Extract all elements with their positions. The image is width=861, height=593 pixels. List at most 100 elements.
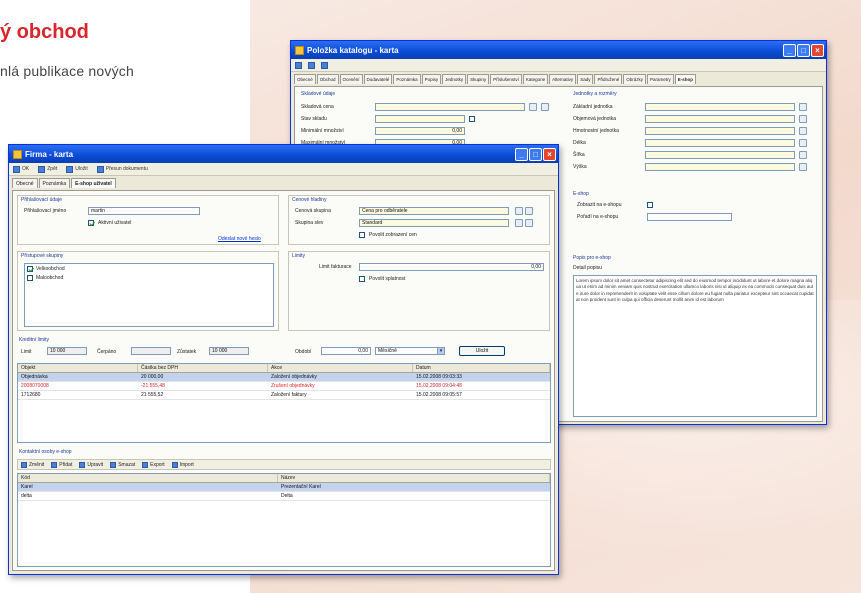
catalog-tab[interactable]: Alternativy [549,74,577,84]
catalog-tab[interactable]: Sady [577,74,594,84]
column-header[interactable]: Název [278,474,550,482]
price-group-field1-clear-button[interactable] [525,207,533,215]
allow-due-checkbox[interactable] [359,276,365,282]
catalog-right-pick-button[interactable] [799,127,807,135]
contacts-toolbar-button[interactable]: Export [142,461,165,468]
catalog-tab[interactable]: Přidružené [594,74,623,84]
toolbar-save-button[interactable]: Uložit [66,165,88,173]
catalog-tab[interactable]: Obrázky [623,74,646,84]
price-group-field2-clear-button[interactable] [525,219,533,227]
contacts-table-row[interactable]: delta Delta [18,492,550,501]
catalog-right-pick-button[interactable] [799,115,807,123]
close-button[interactable]: × [811,43,824,57]
history-table-row[interactable]: 2008070008 -21 555,48 Zrušení objednávky 15… [18,382,550,391]
catalog-right-field-input[interactable] [645,139,795,147]
access-item-2-checkbox[interactable] [27,275,33,281]
column-header[interactable]: Akce [268,364,413,372]
access-item-1[interactable]: Velkoobchod [27,266,65,272]
tab-general[interactable]: Obecné [12,178,38,188]
contacts-toolbar-button[interactable]: Změnit [21,461,44,468]
minimize-button[interactable]: _ [515,147,528,161]
catalog-tab[interactable]: Jednotky [442,74,467,84]
maximize-button[interactable]: □ [529,147,542,161]
catalog-left-field-input[interactable] [375,103,525,111]
access-item-1-checkbox[interactable] [27,266,33,272]
credit-used-input[interactable] [131,347,171,355]
catalog-tab[interactable]: Popisy [421,74,442,84]
catalog-tab[interactable]: Parametry [646,74,674,84]
minimize-button[interactable]: _ [783,43,796,57]
send-new-password-link[interactable]: Odeslat nové heslo [218,236,261,242]
catalog-pick-button[interactable] [529,103,537,111]
login-name-input[interactable]: martin [88,207,200,215]
catalog-right-field-input[interactable] [645,115,795,123]
save-icon[interactable] [295,61,302,69]
credit-limit-input[interactable]: 10 000 [47,347,87,355]
catalog-tab[interactable]: Poznámka [393,74,421,84]
undo-icon[interactable] [308,61,315,69]
catalog-right-pick-button[interactable] [799,139,807,147]
catalog-left-field-input[interactable] [375,115,465,123]
column-header[interactable]: Částka bez DPH [138,364,268,372]
toolbar-move-button[interactable]: Přesun dokumentu [96,165,148,173]
toolbar-back-button[interactable]: Zpět [38,165,57,173]
contacts-toolbar-button[interactable]: Import [171,461,194,468]
table-cell: 2008070008 [21,383,49,389]
toolbar-ok-button[interactable]: OK [13,165,29,173]
catalog-tab[interactable]: Ocenění [339,74,363,84]
tab-eshop-user[interactable]: E-shop uživatel [71,178,116,188]
catalog-right-field-input[interactable] [645,151,795,159]
close-button[interactable]: × [543,147,556,161]
contacts-toolbar-button[interactable]: Upravit [79,461,103,468]
column-header[interactable]: Datum [413,364,550,372]
catalog-right-pick-button[interactable] [799,151,807,159]
credit-period-input[interactable]: 0,00 [321,347,371,355]
contacts-toolbar-button[interactable]: Smazat [110,461,135,468]
catalog-tab[interactable]: Příslušenství [490,74,522,84]
print-icon[interactable] [321,61,328,69]
catalog-tab[interactable]: Skupiny [467,74,490,84]
catalog-right-field-input[interactable] [645,127,795,135]
catalog-right-field-input[interactable] [645,163,795,171]
history-table: Objekt Částka bez DPH Akce Datum Objednávka… [17,363,551,443]
invoice-limit-label: Limit fakturace [319,264,352,270]
chevron-down-icon[interactable]: ▾ [437,347,445,355]
catalog-description-group-label: Popis pro e-shop [573,255,611,261]
active-user-checkbox[interactable] [88,220,94,226]
price-group-field1-input[interactable]: Cena pro odběratele [359,207,509,215]
catalog-left-checkbox[interactable] [469,116,475,122]
catalog-left-field-input[interactable]: 0,00 [375,127,465,135]
show-prices-checkbox[interactable] [359,232,365,238]
catalog-right-field-input[interactable] [645,103,795,111]
credit-period-select[interactable]: Měsíčně [375,347,445,355]
catalog-tab[interactable]: Obchod [316,74,339,84]
catalog-tab[interactable]: Kategorie [522,74,549,84]
credit-save-button[interactable]: Uložit [459,346,505,356]
column-header[interactable]: Kód [18,474,278,482]
catalog-right-pick-button[interactable] [799,163,807,171]
price-group-field2-input[interactable]: Standard [359,219,509,227]
catalog-right-pick-button[interactable] [799,103,807,111]
catalog-tab[interactable]: E-shop [674,74,696,84]
column-header[interactable]: Objekt [18,364,138,372]
company-window-title: Firma - karta [25,149,74,159]
catalog-eshop-order-input[interactable] [647,213,732,221]
price-group-field2-pick-button[interactable] [515,219,523,227]
contacts-table-row[interactable]: Karel Prezentační Karel [18,483,550,492]
access-item-2[interactable]: Maloobchod [27,275,63,281]
credit-free-input[interactable]: 10 000 [209,347,249,355]
catalog-eshop-visible-checkbox[interactable] [647,202,653,208]
price-group-field1-pick-button[interactable] [515,207,523,215]
catalog-tab[interactable]: Dodavatelé [363,74,393,84]
tab-note[interactable]: Poznámka [38,178,71,188]
invoice-limit-input[interactable]: 0,00 [359,263,544,271]
history-table-row[interactable]: Objednávka 20 000,00 Založení objednávky 15… [18,373,550,382]
history-table-row[interactable]: 1712680 21 555,52 Založení faktury 15.02.20… [18,391,550,400]
maximize-button[interactable]: □ [797,43,810,57]
contacts-toolbar-button[interactable]: Přidat [51,461,72,468]
catalog-clear-button[interactable] [541,103,549,111]
catalog-tab[interactable]: Obecné [294,74,316,84]
catalog-left-field-row: Skladová cena [301,101,551,113]
table-cell: 21 555,52 [141,392,164,398]
catalog-description-textarea[interactable]: Lorem ipsum dolor sit amet consectetur a… [573,275,817,417]
